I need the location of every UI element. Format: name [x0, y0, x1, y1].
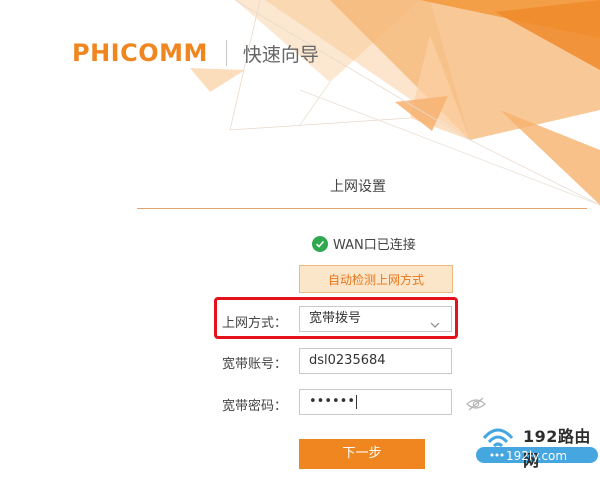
- account-field[interactable]: dsl0235684: [299, 348, 452, 374]
- header-divider: [225, 40, 227, 66]
- page-title: 快速向导: [242, 43, 319, 66]
- watermark: 192路由网 192ly.com: [476, 418, 600, 478]
- password-field[interactable]: ••••••: [299, 389, 452, 415]
- connection-type-label: 上网方式：: [222, 316, 288, 331]
- password-label: 宽带密码：: [222, 399, 288, 414]
- account-label: 宽带账号：: [222, 357, 288, 372]
- text-cursor: [356, 394, 358, 409]
- connection-type-select[interactable]: 宽带拨号: [299, 306, 452, 332]
- watermark-brand: 192路由网: [523, 427, 591, 470]
- header: PHICOMM 快速向导: [72, 38, 319, 68]
- chevron-down-icon: [430, 314, 440, 338]
- account-value: dsl0235684: [309, 353, 386, 368]
- section-divider: [137, 208, 587, 209]
- check-circle-icon: [312, 235, 328, 252]
- phicomm-logo: PHICOMM: [72, 39, 208, 67]
- wan-status: WAN口已连接: [312, 234, 416, 253]
- watermark-url: 192ly.com: [506, 449, 568, 463]
- section-title: 上网设置: [330, 179, 386, 195]
- eye-icon[interactable]: [466, 396, 486, 415]
- password-value: ••••••: [309, 394, 356, 409]
- next-button[interactable]: 下一步: [299, 439, 425, 469]
- auto-detect-button[interactable]: 自动检测上网方式: [299, 265, 453, 293]
- wan-status-text: WAN口已连接: [333, 238, 416, 253]
- connection-type-value: 宽带拨号: [309, 311, 362, 326]
